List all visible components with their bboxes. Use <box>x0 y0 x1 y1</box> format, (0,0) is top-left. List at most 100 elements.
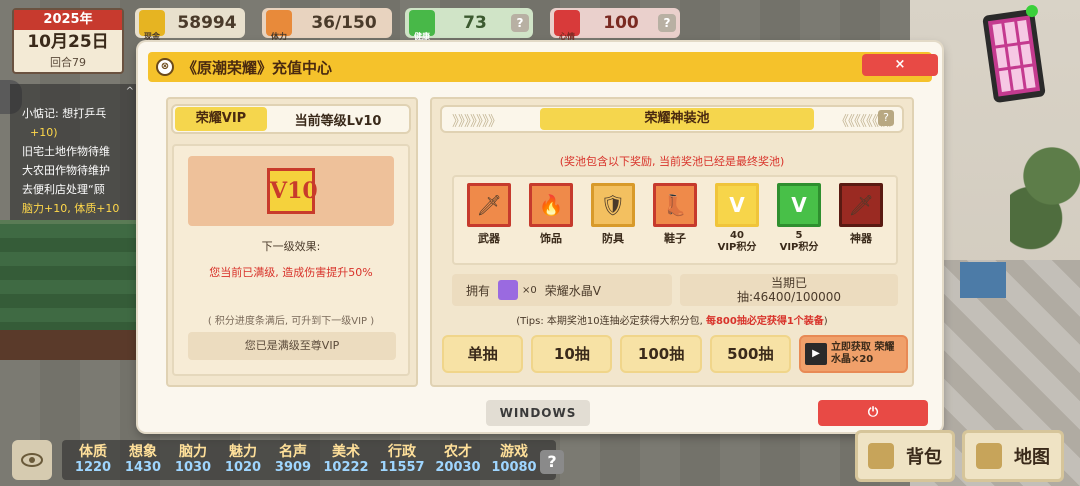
sword-icon: 🗡 <box>467 183 511 227</box>
stamina-value: 36/150 <box>311 13 377 33</box>
gold-v-icon: V <box>715 183 759 227</box>
draw-1-button[interactable]: 单抽 <box>442 335 524 373</box>
attr-value: 11557 <box>379 460 425 475</box>
help-icon[interactable]: ? <box>511 14 529 32</box>
badge-icon: ⊗ <box>156 58 174 76</box>
blue-rug <box>960 262 1006 298</box>
prize-item[interactable]: 👢 鞋子 <box>647 183 703 263</box>
coin-stack-icon: 现金 <box>139 10 165 41</box>
bag-label: 背包 <box>906 447 942 468</box>
mood-stat[interactable]: 心情 100 ? <box>550 8 680 41</box>
date-card[interactable]: 2025年 10月25日 回合79 <box>12 8 124 74</box>
collapse-icon[interactable]: ^ <box>10 86 140 97</box>
prize-label: 神器 <box>850 232 872 245</box>
eye-button[interactable] <box>12 440 52 480</box>
phone-screen <box>987 15 1041 97</box>
bag-icon <box>868 443 894 469</box>
attr-stat: 体质 1220 <box>68 444 118 476</box>
close-button[interactable]: × <box>862 54 938 76</box>
help-icon[interactable]: ? <box>658 14 676 32</box>
attr-value: 1220 <box>74 460 112 475</box>
draw-500-button[interactable]: 500抽 <box>709 335 791 373</box>
quest-list[interactable]: ^ 小惦记: 想打乒乓 +10) 旧宅土地作物待维 大农田作物待维护 去便利店处… <box>10 84 140 220</box>
divine-sword-icon: 🗡 <box>839 183 883 227</box>
period-label: 当期已 <box>770 276 807 290</box>
map-icon <box>976 443 1002 469</box>
bed <box>0 220 145 330</box>
turn-label: 回合79 <box>50 56 86 69</box>
prize-label: VIP积分 <box>779 242 819 253</box>
stamina-stat[interactable]: 体力 36/150 <box>262 8 392 41</box>
prize-item[interactable]: 🛡 防具 <box>585 183 641 263</box>
maxed-vip-button[interactable]: 您已是满级至尊VIP <box>188 332 396 360</box>
attribute-bar: 体质 1220 想象 1430 脑力 1030 魅力 1020 名声 3909 美术 102… <box>62 440 556 480</box>
attr-name: 行政 <box>388 444 416 460</box>
prize-item[interactable]: V 5 VIP积分 <box>771 183 827 263</box>
vip-panel: 荣耀VIP 当前等级Lv10 V10 下一级效果: 您当前已满级, 造成伤害提升… <box>166 97 418 387</box>
get-crystal-button[interactable]: ▶ 立即获取 荣耀水晶×20 <box>798 335 908 373</box>
attr-stat: 名声 3909 <box>268 444 318 476</box>
attr-value: 3909 <box>274 460 312 475</box>
potted-plant <box>1010 120 1080 260</box>
prize-item[interactable]: 🔥 饰品 <box>523 183 579 263</box>
attr-name: 想象 <box>129 444 157 460</box>
power-button[interactable]: ⏻ <box>818 400 928 426</box>
prize-label: 防具 <box>602 232 624 245</box>
vip-hint: ( 积分进度条满后, 可升到下一级VIP ) <box>207 316 375 327</box>
owned-item-name: 荣耀水晶Ⅴ <box>544 283 601 298</box>
gacha-panel: 》》》》》》》 荣耀神装池 《《《《《《《《 ? (奖池包含以下奖励, 当前奖池… <box>430 97 914 387</box>
prize-amount: 5 <box>795 230 803 241</box>
bag-button[interactable]: 背包 <box>855 430 955 482</box>
prize-label: 武器 <box>478 232 500 245</box>
quest-item[interactable]: 去便利店处理“顾 <box>22 180 132 199</box>
prize-item[interactable]: 🗡 神器 <box>833 183 889 263</box>
tab-glory-pool[interactable]: 荣耀神装池 <box>540 108 814 130</box>
chevron-left-icon: 》》》》》》》 <box>452 114 502 130</box>
attr-stat: 行政 11557 <box>374 444 430 476</box>
day-label: 10月25日 <box>27 32 109 52</box>
armor-icon: 🛡 <box>591 183 635 227</box>
tab-vip[interactable]: 荣耀VIP <box>175 107 267 131</box>
vip-badge-box: V10 <box>188 156 394 226</box>
pool-note: (奖池包含以下奖励, 当前奖池已经是最终奖池) <box>559 155 785 168</box>
prize-item[interactable]: V 40 VIP积分 <box>709 183 765 263</box>
attr-name: 魅力 <box>229 444 257 460</box>
quest-item[interactable]: 大农田作物待维护 <box>22 161 132 180</box>
draw-buttons: 单抽 10抽 100抽 500抽 ▶ 立即获取 荣耀水晶×20 <box>442 335 908 375</box>
attr-value: 10222 <box>323 460 369 475</box>
draw-10-button[interactable]: 10抽 <box>531 335 613 373</box>
owned-count: ×0 <box>522 284 537 296</box>
prize-item[interactable]: 🗡 武器 <box>461 183 517 263</box>
eye-icon <box>21 453 43 467</box>
help-icon[interactable]: ? <box>540 450 564 474</box>
quest-item[interactable]: 旧宅土地作物待维 <box>22 142 132 161</box>
quest-item[interactable]: 小惦记: 想打乒乓 <box>22 104 132 123</box>
stamina-label: 体力 <box>271 32 287 41</box>
health-value: 73 <box>463 13 487 33</box>
cash-label: 现金 <box>144 32 160 41</box>
attr-stat: 游戏 10080 <box>486 444 542 476</box>
green-v-icon: V <box>777 183 821 227</box>
attr-stat: 美术 10222 <box>318 444 374 476</box>
attr-name: 体质 <box>79 444 107 460</box>
attr-stat: 脑力 1030 <box>168 444 218 476</box>
attr-value: 20030 <box>435 460 481 475</box>
attr-name: 脑力 <box>179 444 207 460</box>
next-level-effect: 您当前已满级, 造成伤害提升50% <box>209 266 373 279</box>
windows-button[interactable]: WINDOWS <box>486 400 590 426</box>
owned-label: 拥有 <box>466 283 491 298</box>
next-level-label: 下一级效果: <box>261 240 321 253</box>
draw-100-button[interactable]: 100抽 <box>620 335 702 373</box>
quest-item-reward: 脑力+10, 体质+10 <box>22 202 120 215</box>
get-crystal-label: 立即获取 荣耀水晶×20 <box>830 342 895 365</box>
vip-tabs: 荣耀VIP 当前等级Lv10 <box>171 104 411 134</box>
map-button[interactable]: 地图 <box>962 430 1064 482</box>
help-icon[interactable]: ? <box>878 110 894 126</box>
health-stat[interactable]: 健康 73 ? <box>405 8 533 41</box>
cash-stat[interactable]: 现金 58994 <box>135 8 245 41</box>
period-progress: 当期已 抽:46400/100000 <box>680 274 898 306</box>
attr-value: 10080 <box>491 460 537 475</box>
period-value: 抽:46400/100000 <box>736 290 842 304</box>
attr-name: 农才 <box>444 444 472 460</box>
tips-text: (Tips: 本期奖池10连抽必定获得大积分包, 每800抽必定获得1个装备) <box>432 312 912 327</box>
